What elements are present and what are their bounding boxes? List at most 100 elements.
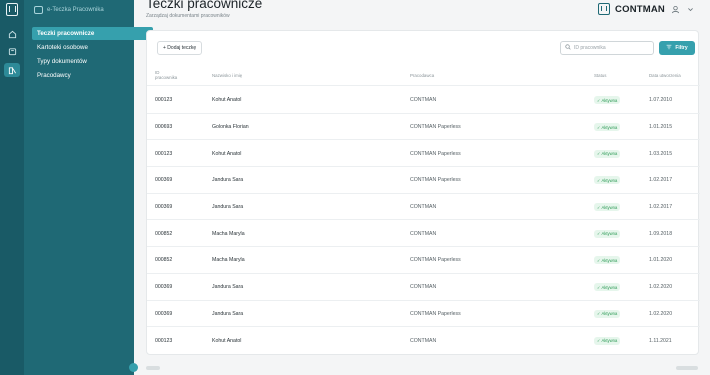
cell-name: Kohut Anatol [212,337,242,344]
cell-employer: CONTMAN Paperless [410,177,461,184]
cell-name: Jandura Sara [212,177,244,184]
status-badge: ✓ Aktywna [594,96,621,105]
page-title: Teczki pracownicze [146,0,263,11]
col-header-status[interactable]: Status [594,73,606,78]
folders-table-card: + Dodaj teczkę ID pracownika Filtry ID p… [146,30,700,355]
status-cell: ✓ Aktywna [594,327,621,354]
cell-employer: CONTMAN [410,284,437,291]
sidebar-item-label: Pracodawcy [37,72,71,79]
app-logo-icon[interactable] [6,3,18,16]
filters-button[interactable]: Filtry [659,41,695,55]
col-header-name[interactable]: Nazwisko i imię [212,73,242,78]
pagination-controls[interactable] [676,366,698,370]
cell-id: 000369 [155,284,173,291]
cell-id: 000852 [155,230,173,237]
cell-name: Jandura Sara [212,310,244,317]
table-row[interactable]: 000123 Kohut Anatol CONTMAN Paperless ✓ … [147,140,700,168]
cell-name: Kohut Anatol [212,97,242,104]
cell-id: 000123 [155,337,173,344]
cell-date: 1.11.2021 [649,337,672,344]
status-badge: ✓ Aktywna [594,256,621,265]
cell-date: 1.03.2015 [649,150,673,157]
status-badge: ✓ Aktywna [594,229,621,238]
status-cell: ✓ Aktywna [594,87,621,114]
cell-name: Macha Maryla [212,257,245,264]
document-icon[interactable] [4,63,20,77]
cell-id: 000693 [155,124,173,131]
cell-id: 000369 [155,204,173,211]
cell-employer: CONTMAN [410,230,437,237]
folder-icon[interactable] [4,44,20,58]
sidebar: e-Teczka Pracownika Teczki pracownicze K… [24,0,153,375]
sidebar-item-label: Kartoteki osobowe [37,44,88,51]
status-badge: ✓ Aktywna [594,149,621,158]
pagination-info [146,366,160,370]
table-row[interactable]: 000369 Jandura Sara CONTMAN Paperless ✓ … [147,167,700,194]
table-header: ID pracownika Nazwisko i imię Pracodawca… [147,67,700,86]
status-cell: ✓ Aktywna [594,140,621,167]
cell-date: 1.09.2018 [649,230,673,237]
status-cell: ✓ Aktywna [594,114,621,141]
status-cell: ✓ Aktywna [594,247,621,274]
search-placeholder: ID pracownika [574,45,606,51]
cell-employer: CONTMAN Paperless [410,150,461,157]
status-cell: ✓ Aktywna [594,194,621,221]
icon-rail [0,0,24,375]
company-switcher[interactable]: CONTMAN [598,3,695,15]
table-row[interactable]: 000852 Macha Maryla CONTMAN Paperless ✓ … [147,247,700,274]
cell-employer: CONTMAN Paperless [410,257,461,264]
page-subtitle: Zarządzaj dokumentami pracowników [146,13,230,19]
table-body: 000123 Kohut Anatol CONTMAN ✓ Aktywna 1.… [147,87,700,354]
table-row[interactable]: 000369 Jandura Sara CONTMAN ✓ Aktywna 1.… [147,274,700,301]
table-row[interactable]: 000369 Jandura Sara CONTMAN Paperless ✓ … [147,301,700,328]
cell-employer: CONTMAN Paperless [410,310,461,317]
home-icon[interactable] [4,27,20,41]
cell-id: 000123 [155,97,173,104]
col-header-employer[interactable]: Pracodawca [410,73,434,78]
status-badge: ✓ Aktywna [594,309,621,318]
status-badge: ✓ Aktywna [594,176,621,185]
cell-date: 1.02.2017 [649,177,673,184]
status-badge: ✓ Aktywna [594,203,621,212]
cell-name: Golonka Florian [212,124,249,131]
col-header-date[interactable]: Data utworzenia [649,73,681,78]
chevron-down-icon[interactable] [685,4,695,14]
filter-icon [666,44,672,52]
cell-date: 1.01.2015 [649,124,673,131]
cell-date: 1.07.2010 [649,97,673,104]
cell-employer: CONTMAN [410,337,437,344]
sidebar-item-label: Typy dokumentów [37,58,87,65]
contman-logo-icon [598,3,611,15]
add-folder-button[interactable]: + Dodaj teczkę [157,41,203,55]
table-row[interactable]: 000852 Macha Maryla CONTMAN ✓ Aktywna 1.… [147,220,700,248]
cell-date: 1.02.2020 [649,284,673,291]
table-row[interactable]: 000123 Kohut Anatol CONTMAN ✓ Aktywna 1.… [147,327,700,354]
user-icon[interactable] [670,4,680,14]
cell-name: Macha Maryla [212,230,245,237]
cell-employer: CONTMAN [410,97,437,104]
table-row[interactable]: 000693 Golonka Florian CONTMAN Paperless… [147,114,700,141]
search-input[interactable]: ID pracownika [560,41,654,55]
cell-date: 1.02.2020 [649,310,673,317]
cell-date: 1.01.2020 [649,257,673,264]
status-cell: ✓ Aktywna [594,301,621,328]
sidebar-brand[interactable]: e-Teczka Pracownika [34,6,104,14]
status-badge: ✓ Aktywna [594,336,621,345]
sidebar-brand-label: e-Teczka Pracownika [47,7,104,13]
add-folder-label: + Dodaj teczkę [163,45,197,51]
cell-employer: CONTMAN Paperless [410,124,461,131]
sidebar-item-label: Teczki pracownicze [37,30,95,37]
search-icon [565,44,571,52]
status-cell: ✓ Aktywna [594,274,621,301]
status-cell: ✓ Aktywna [594,167,621,194]
status-badge: ✓ Aktywna [594,283,621,292]
cell-name: Jandura Sara [212,204,244,211]
table-row[interactable]: 000369 Jandura Sara CONTMAN ✓ Aktywna 1.… [147,194,700,221]
status-cell: ✓ Aktywna [594,220,621,247]
status-badge: ✓ Aktywna [594,123,621,132]
cell-employer: CONTMAN [410,204,437,211]
col-header-id[interactable]: ID pracownika [155,70,177,81]
cell-date: 1.02.2017 [649,204,673,211]
cell-name: Kohut Anatol [212,150,242,157]
table-row[interactable]: 000123 Kohut Anatol CONTMAN ✓ Aktywna 1.… [147,87,700,114]
